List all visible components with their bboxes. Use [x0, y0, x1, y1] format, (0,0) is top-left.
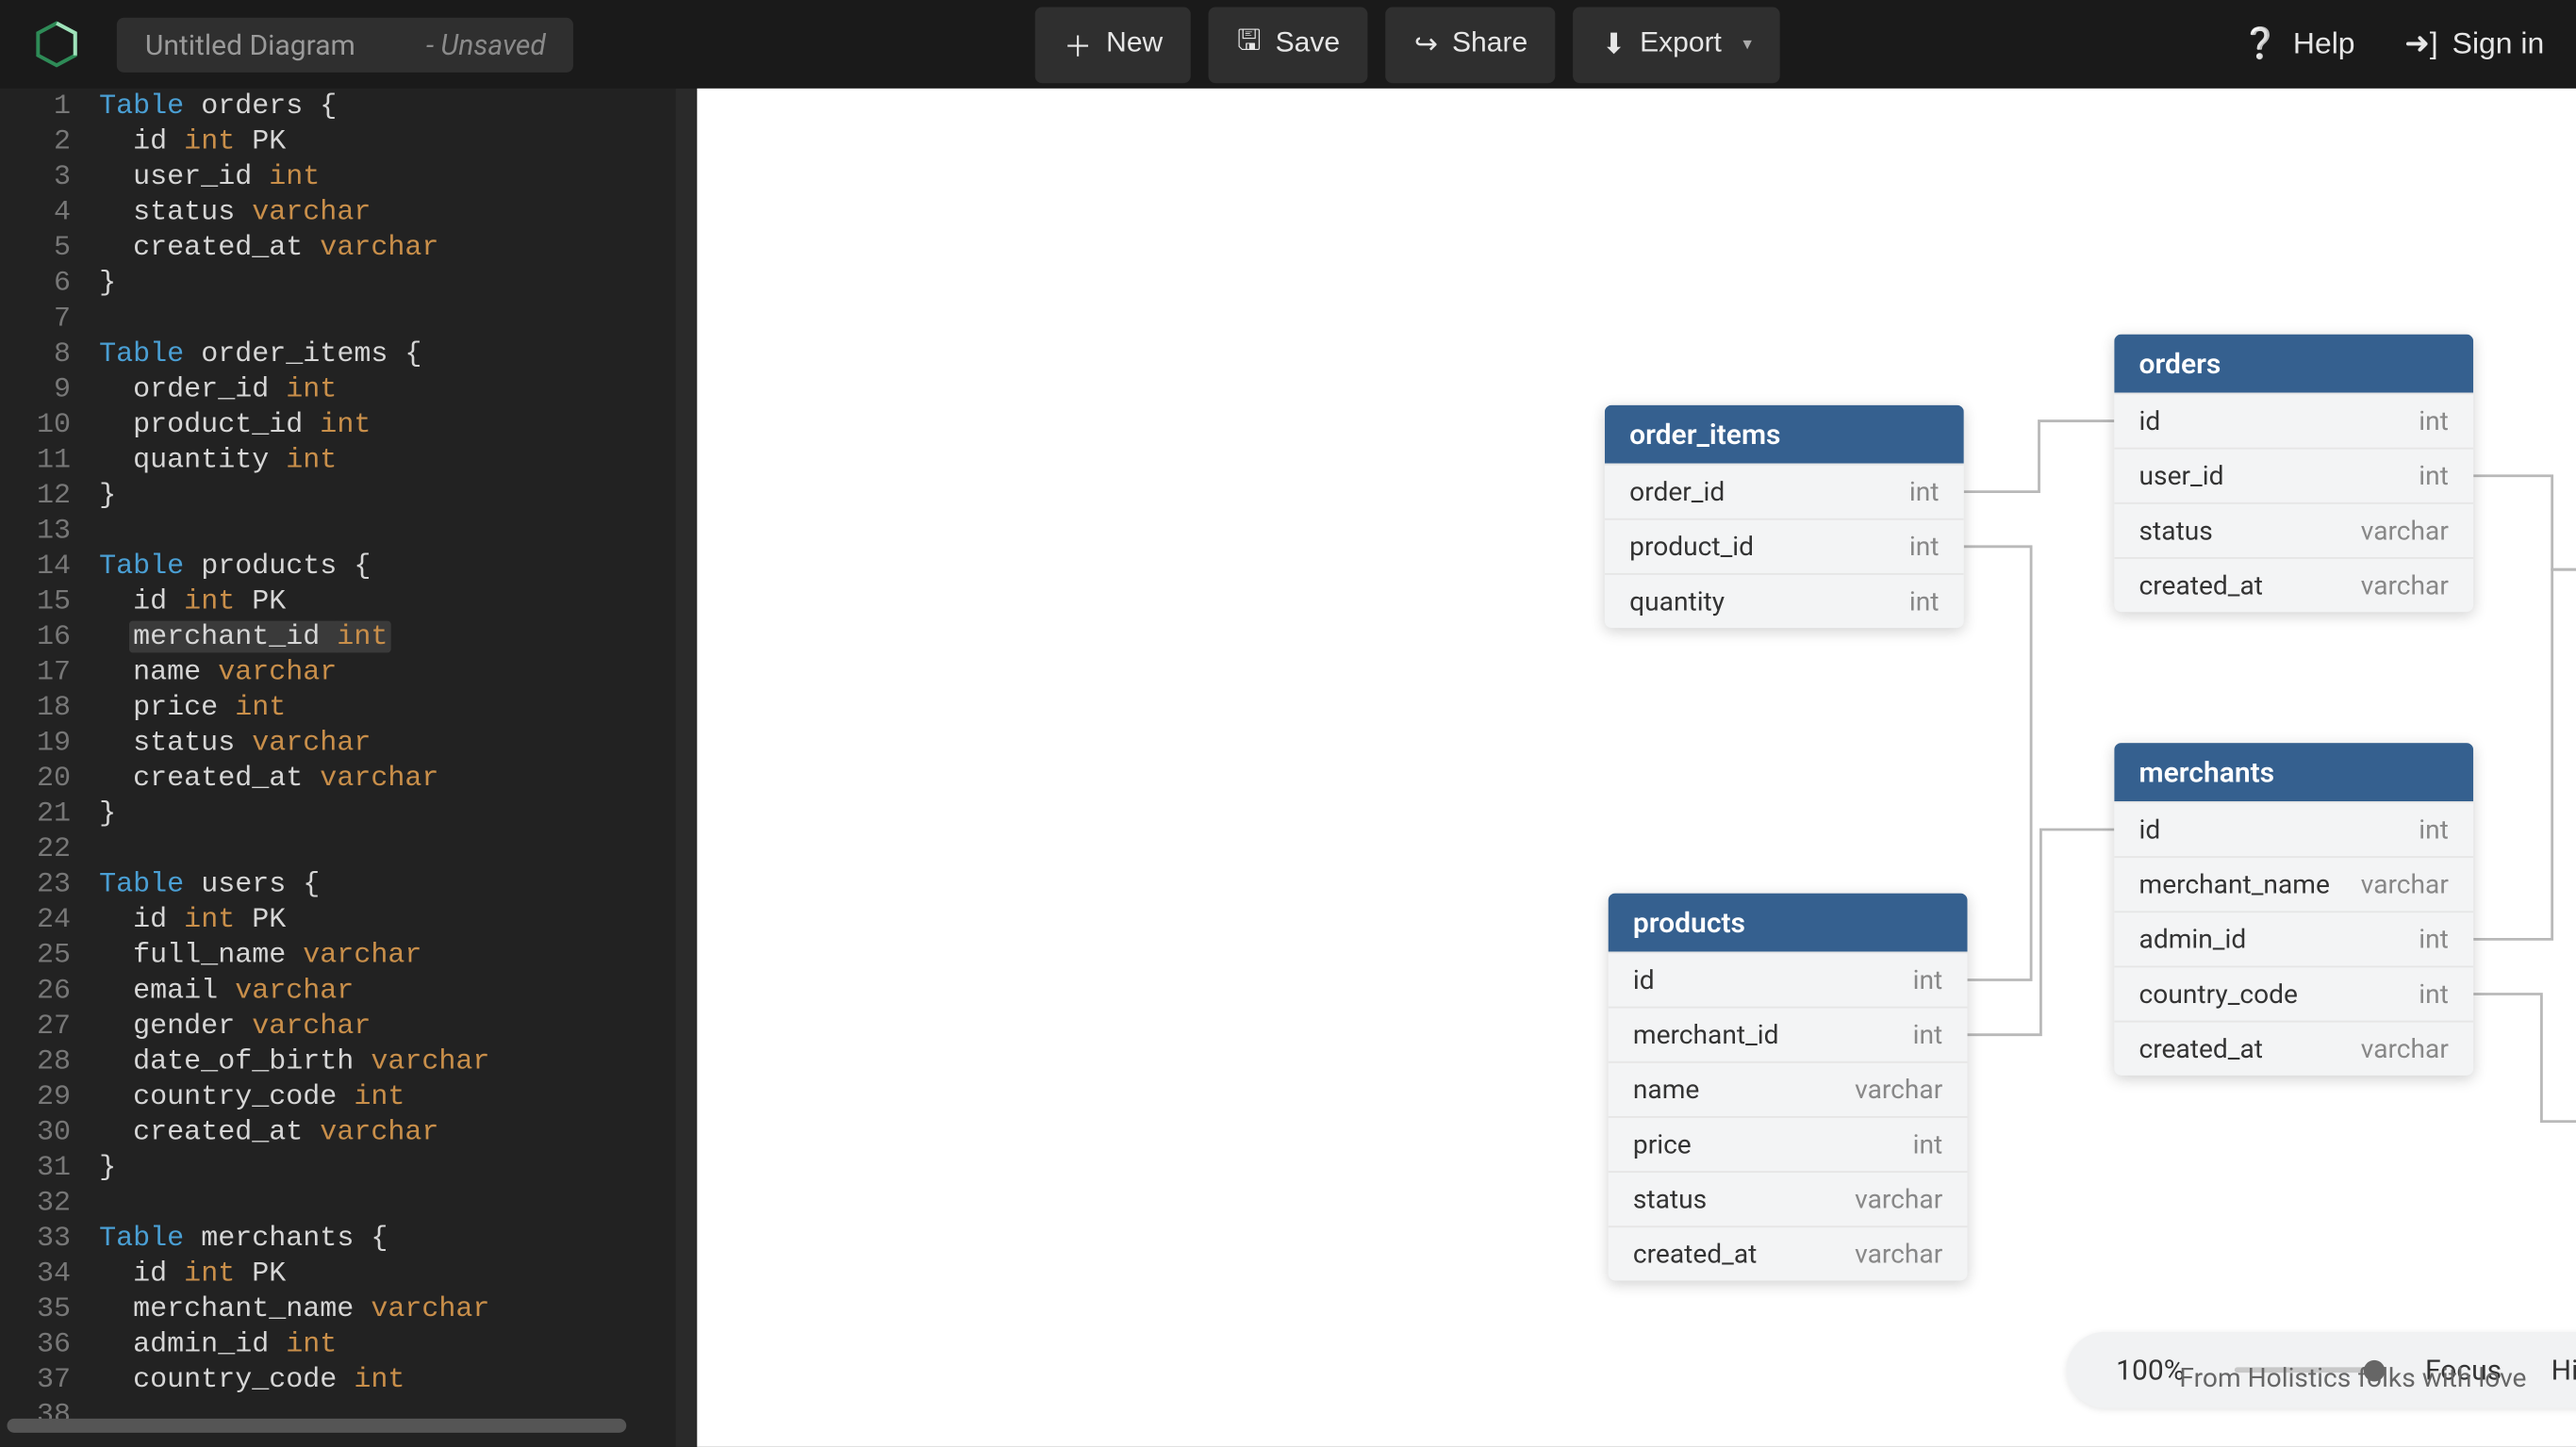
column-type: varchar	[1855, 1074, 1942, 1106]
table-header[interactable]: merchants	[2114, 743, 2473, 801]
export-button[interactable]: ⬇Export▾	[1574, 7, 1780, 83]
column-name: quantity	[1629, 585, 1725, 617]
main-split: 1234567891011121314151617181920212223242…	[0, 89, 2576, 1447]
column-name: created_at	[1633, 1238, 1757, 1270]
download-icon: ⬇	[1602, 26, 1626, 62]
table-order_items[interactable]: order_itemsorder_idintproduct_idintquant…	[1605, 405, 1964, 628]
column-type: int	[2419, 460, 2449, 492]
column-name: name	[1633, 1074, 1699, 1106]
column-name: merchant_name	[2139, 868, 2330, 900]
highlight-link[interactable]: Highlight	[2551, 1353, 2576, 1387]
column-row[interactable]: merchant_name varchar	[2114, 856, 2473, 911]
column-name: created_at	[2139, 569, 2263, 601]
save-button[interactable]: 🖫Save	[1209, 7, 1368, 83]
table-merchants[interactable]: merchantsidintmerchant_namevarcharadmin_…	[2114, 743, 2473, 1076]
canvas-inner: order_itemsorder_idintproduct_idintquant…	[697, 89, 2576, 1447]
column-row[interactable]: id int	[1609, 951, 1968, 1006]
column-type: varchar	[2361, 1033, 2449, 1065]
table-orders[interactable]: ordersidintuser_idintstatusvarcharcreate…	[2114, 335, 2473, 613]
column-type: int	[1913, 1128, 1943, 1160]
hexagon-icon	[32, 20, 82, 70]
column-type: int	[2419, 923, 2449, 955]
save-icon: 🖫	[1237, 21, 1262, 69]
column-name: country_code	[2139, 978, 2298, 1011]
diagram-name: Untitled Diagram	[145, 27, 355, 61]
topbar: Untitled Diagram - Unsaved ＋New 🖫Save ↪S…	[0, 0, 2576, 89]
column-name: price	[1633, 1128, 1692, 1160]
column-name: admin_id	[2139, 923, 2247, 955]
toolbar: ＋New 🖫Save ↪Share ⬇Export▾	[1035, 7, 1780, 83]
column-row[interactable]: created_at varchar	[1609, 1225, 1968, 1280]
column-type: int	[2419, 405, 2449, 437]
chevron-down-icon: ▾	[1742, 35, 1751, 55]
code-body[interactable]: Table orders { id int PK user_id int sta…	[99, 89, 489, 1433]
column-type: varchar	[2361, 868, 2449, 900]
panel-resize-handle[interactable]	[676, 89, 698, 1447]
column-type: int	[1909, 531, 1940, 563]
column-row[interactable]: user_id int	[2114, 448, 2473, 502]
column-type: int	[1913, 964, 1943, 996]
column-name: user_id	[2139, 460, 2224, 492]
column-row[interactable]: id int	[2114, 801, 2473, 856]
line-gutter: 1234567891011121314151617181920212223242…	[0, 89, 85, 1433]
column-type: varchar	[1855, 1238, 1942, 1270]
share-icon: ↪	[1414, 26, 1438, 62]
column-row[interactable]: status varchar	[2114, 502, 2473, 557]
column-type: varchar	[2361, 515, 2449, 547]
diagram-canvas[interactable]: order_itemsorder_idintproduct_idintquant…	[697, 89, 2576, 1447]
column-type: int	[1909, 476, 1940, 508]
table-header[interactable]: orders	[2114, 335, 2473, 393]
column-type: varchar	[1855, 1183, 1942, 1215]
column-type: int	[2419, 978, 2449, 1011]
help-link[interactable]: ❔Help	[2241, 26, 2354, 62]
unsaved-label: - Unsaved	[426, 27, 546, 61]
column-row[interactable]: created_at varchar	[2114, 557, 2473, 612]
new-button[interactable]: ＋New	[1035, 7, 1191, 83]
horizontal-scrollbar[interactable]	[8, 1419, 627, 1433]
column-type: int	[1913, 1019, 1943, 1051]
column-type: varchar	[2361, 569, 2449, 601]
logo[interactable]	[32, 20, 117, 70]
column-row[interactable]: id int	[2114, 393, 2473, 448]
column-row[interactable]: product_id int	[1605, 518, 1964, 573]
table-products[interactable]: productsidintmerchant_idintnamevarcharpr…	[1609, 894, 1968, 1281]
plus-icon: ＋	[1064, 23, 1092, 65]
column-type: int	[2419, 814, 2449, 846]
column-name: merchant_id	[1633, 1019, 1779, 1051]
column-name: created_at	[2139, 1033, 2263, 1065]
column-name: id	[2139, 814, 2161, 846]
column-row[interactable]: merchant_id int	[1609, 1007, 1968, 1061]
column-row[interactable]: status varchar	[1609, 1171, 1968, 1225]
column-name: status	[2139, 515, 2213, 547]
column-name: status	[1633, 1183, 1707, 1215]
column-type: int	[1909, 585, 1940, 617]
column-row[interactable]: order_id int	[1605, 464, 1964, 518]
column-row[interactable]: admin_id int	[2114, 911, 2473, 965]
column-row[interactable]: quantity int	[1605, 573, 1964, 628]
code-editor[interactable]: 1234567891011121314151617181920212223242…	[0, 89, 697, 1447]
signin-link[interactable]: ➜]Sign in	[2404, 26, 2544, 62]
column-row[interactable]: price int	[1609, 1116, 1968, 1171]
share-button[interactable]: ↪Share	[1386, 7, 1556, 83]
column-name: id	[2139, 405, 2161, 437]
column-name: order_id	[1629, 476, 1725, 508]
column-row[interactable]: created_at varchar	[2114, 1021, 2473, 1076]
help-icon: ❔	[2241, 26, 2279, 62]
table-header[interactable]: order_items	[1605, 405, 1964, 464]
column-name: product_id	[1629, 531, 1754, 563]
footer-credit: From Holistics folks with love	[2179, 1362, 2526, 1394]
document-title-chip[interactable]: Untitled Diagram - Unsaved	[117, 17, 574, 72]
zoom-value: 100%	[2116, 1353, 2185, 1387]
topbar-right: ❔Help ➜]Sign in	[2241, 26, 2544, 62]
table-header[interactable]: products	[1609, 894, 1968, 952]
column-row[interactable]: country_code int	[2114, 966, 2473, 1021]
column-row[interactable]: name varchar	[1609, 1061, 1968, 1116]
column-name: id	[1633, 964, 1655, 996]
signin-icon: ➜]	[2404, 26, 2438, 62]
